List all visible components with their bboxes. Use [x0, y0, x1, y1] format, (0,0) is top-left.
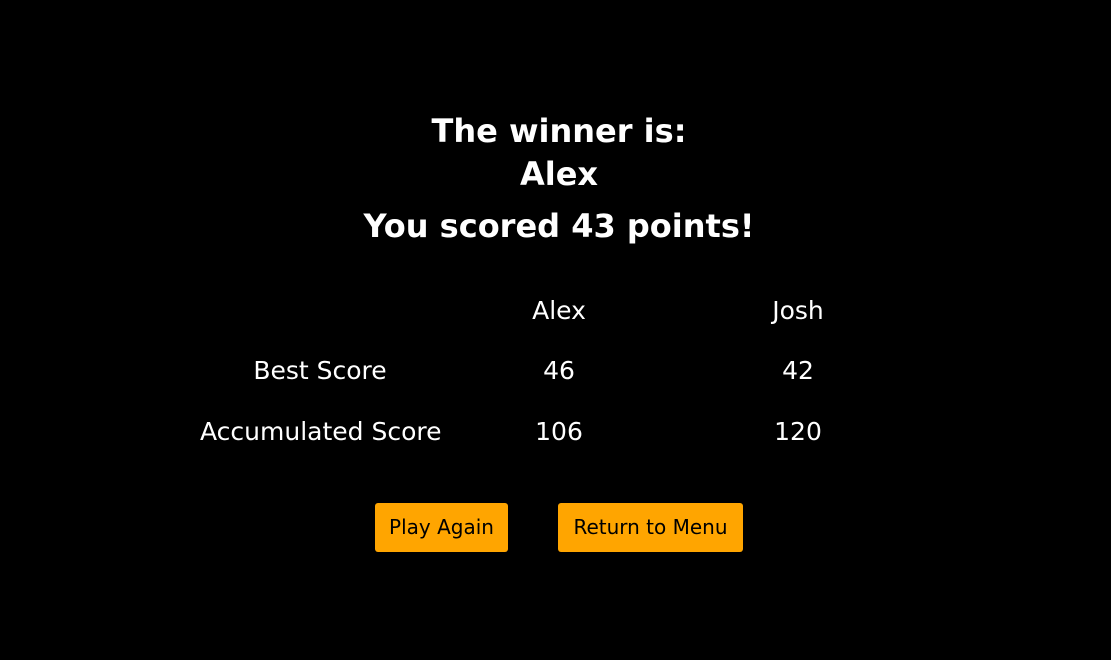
best-score-player-1: 46	[543, 356, 575, 385]
best-score-label: Best Score	[253, 356, 387, 385]
accumulated-score-player-2: 120	[774, 417, 822, 446]
game-over-screen: The winner is: Alex You scored 43 points…	[0, 0, 1111, 660]
winner-name: Alex	[519, 155, 599, 193]
play-again-button[interactable]: Play Again	[375, 503, 508, 552]
player-header-2: Josh	[772, 296, 824, 325]
accumulated-score-player-1: 106	[535, 417, 583, 446]
accumulated-score-label: Accumulated Score	[200, 417, 442, 446]
winner-heading: The winner is:	[431, 112, 687, 150]
player-header-1: Alex	[532, 296, 586, 325]
return-to-menu-button[interactable]: Return to Menu	[558, 503, 743, 552]
best-score-player-2: 42	[782, 356, 814, 385]
score-message: You scored 43 points!	[363, 207, 755, 245]
